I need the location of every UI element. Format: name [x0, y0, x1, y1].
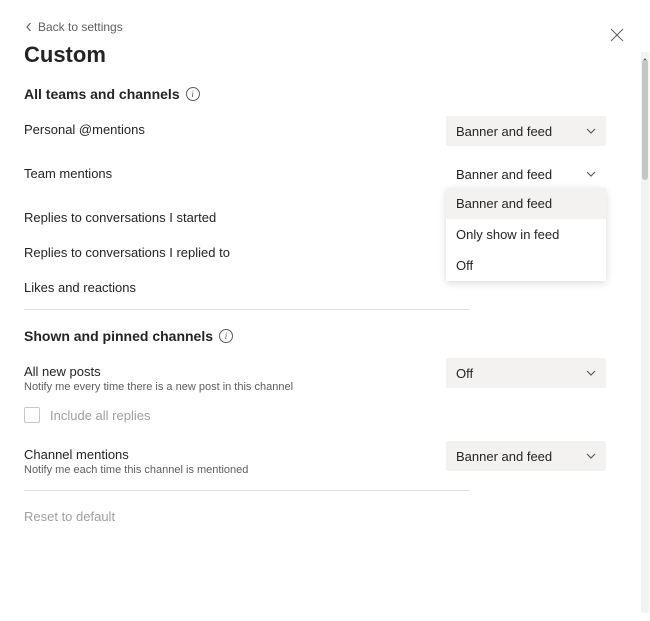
settings-panel: Back to settings Custom All teams and ch…	[0, 0, 630, 544]
row-include-replies[interactable]: Include all replies	[24, 407, 606, 423]
back-label: Back to settings	[38, 20, 123, 34]
chevron-down-icon	[586, 128, 596, 134]
sublabel-all-new-posts: Notify me every time there is a new post…	[24, 381, 446, 393]
row-channel-mentions: Channel mentions Notify me each time thi…	[24, 441, 606, 476]
label-all-new-posts-text: All new posts	[24, 364, 101, 379]
section-all-teams-header: All teams and channels i	[24, 86, 606, 102]
close-button[interactable]	[608, 26, 626, 44]
dropdown-option-off[interactable]: Off	[446, 250, 606, 281]
back-to-settings-link[interactable]: Back to settings	[24, 20, 606, 34]
label-channel-mentions: Channel mentions Notify me each time thi…	[24, 441, 446, 476]
section-divider	[24, 490, 469, 491]
dropdown-menu-team-mentions: Banner and feed Only show in feed Off	[446, 188, 606, 281]
dropdown-personal-mentions[interactable]: Banner and feed	[446, 116, 606, 146]
chevron-down-icon	[586, 370, 596, 376]
dropdown-value: Banner and feed	[456, 167, 552, 182]
label-team-mentions: Team mentions	[24, 160, 446, 181]
dropdown-option-only-feed[interactable]: Only show in feed	[446, 219, 606, 250]
scrollbar-thumb[interactable]	[642, 60, 648, 180]
section-shown-pinned-header: Shown and pinned channels i	[24, 328, 606, 344]
dropdown-channel-mentions[interactable]: Banner and feed	[446, 441, 606, 471]
dropdown-value: Banner and feed	[456, 449, 552, 464]
label-all-new-posts: All new posts Notify me every time there…	[24, 358, 446, 393]
label-personal-mentions: Personal @mentions	[24, 116, 446, 137]
label-replies-started: Replies to conversations I started	[24, 204, 446, 225]
section-all-teams-title: All teams and channels	[24, 86, 180, 102]
reset-to-default-link[interactable]: Reset to default	[24, 509, 606, 524]
sublabel-channel-mentions: Notify me each time this channel is ment…	[24, 464, 446, 476]
label-channel-mentions-text: Channel mentions	[24, 447, 129, 462]
label-replies-replied: Replies to conversations I replied to	[24, 239, 446, 260]
section-divider	[24, 309, 469, 310]
chevron-left-icon	[24, 22, 34, 32]
row-all-new-posts: All new posts Notify me every time there…	[24, 358, 606, 393]
checkbox-include-replies[interactable]	[24, 407, 40, 423]
label-likes-reactions: Likes and reactions	[24, 274, 446, 295]
section-shown-pinned-title: Shown and pinned channels	[24, 328, 213, 344]
page-title: Custom	[24, 42, 606, 68]
dropdown-option-banner-feed[interactable]: Banner and feed	[446, 188, 606, 219]
info-icon[interactable]: i	[186, 87, 200, 101]
chevron-down-icon	[586, 171, 596, 177]
dropdown-value: Off	[456, 366, 473, 381]
dropdown-all-new-posts[interactable]: Off	[446, 358, 606, 388]
dropdown-team-mentions[interactable]: Banner and feed Banner and feed Only sho…	[446, 160, 606, 190]
chevron-down-icon	[586, 453, 596, 459]
info-icon[interactable]: i	[219, 329, 233, 343]
row-team-mentions: Team mentions Banner and feed Banner and…	[24, 160, 606, 190]
row-personal-mentions: Personal @mentions Banner and feed	[24, 116, 606, 146]
close-icon	[610, 28, 624, 42]
label-include-replies: Include all replies	[50, 408, 150, 423]
dropdown-value: Banner and feed	[456, 124, 552, 139]
